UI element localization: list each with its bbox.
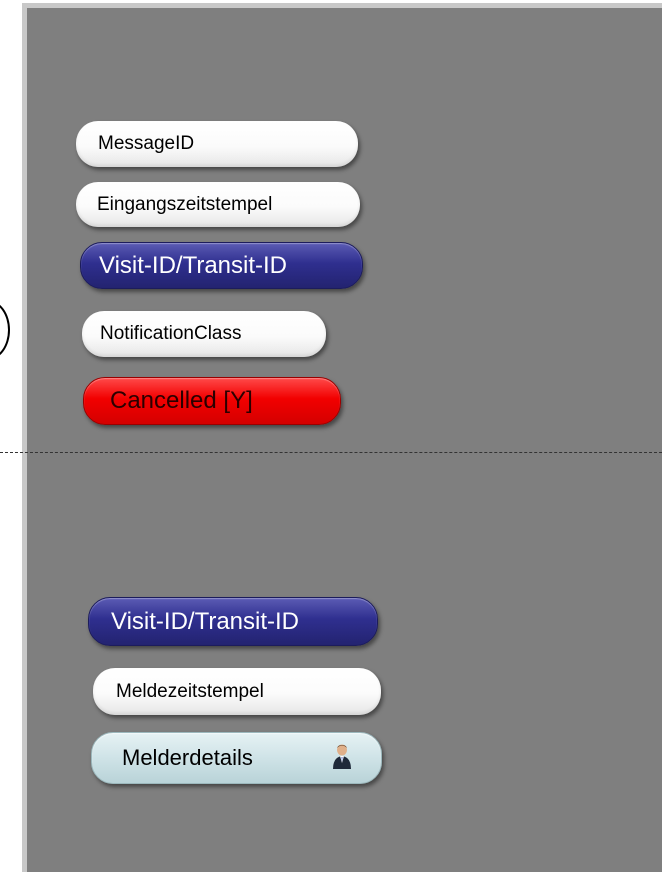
- connector-arc: [0, 300, 10, 360]
- field-label: NotificationClass: [100, 323, 242, 344]
- field-eingangszeitstempel: Eingangszeitstempel: [76, 182, 360, 227]
- field-message-id: MessageID: [76, 121, 358, 167]
- field-label: Eingangszeitstempel: [97, 193, 273, 215]
- section-divider: [0, 452, 662, 453]
- field-label: MessageID: [98, 133, 195, 154]
- diagram-canvas: MessageID Eingangszeitstempel Visit-ID/T…: [0, 0, 662, 872]
- field-visit-transit-id: Visit-ID/Transit-ID: [80, 242, 363, 289]
- field-label: Meldezeitstempel: [116, 680, 264, 702]
- field-melderdetails: Melderdetails: [91, 732, 382, 784]
- field-meldezeitstempel: Meldezeitstempel: [93, 668, 381, 715]
- person-icon: [331, 743, 353, 769]
- field-label: Melderdetails: [122, 745, 253, 770]
- field-cancelled: Cancelled [Y]: [83, 377, 341, 425]
- field-label: Cancelled [Y]: [110, 387, 253, 414]
- field-visit-transit-id-lower: Visit-ID/Transit-ID: [88, 597, 378, 646]
- field-label: Visit-ID/Transit-ID: [99, 251, 288, 279]
- field-label: Visit-ID/Transit-ID: [111, 607, 300, 635]
- field-notification-class: NotificationClass: [82, 311, 326, 357]
